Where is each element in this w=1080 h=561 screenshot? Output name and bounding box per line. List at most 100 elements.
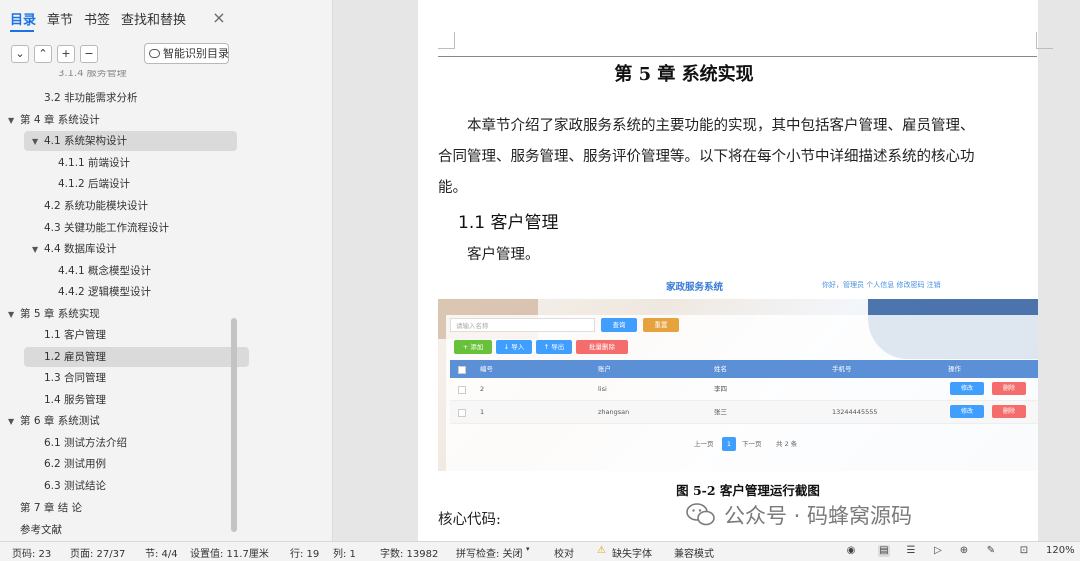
status-col[interactable]: 列: 1: [333, 545, 356, 560]
wechat-icon: [686, 503, 715, 526]
status-page[interactable]: 页面: 27/37: [70, 545, 125, 560]
expand-arrow-icon[interactable]: ▼: [8, 412, 18, 432]
toc-item[interactable]: 4.2 系统功能模块设计: [0, 196, 273, 216]
app-background: 请输入名称 查询 重置 + 添加 ↓ 导入 ↑ 导出 批量删除 编号 账户 姓名…: [438, 299, 1038, 471]
app-title: 家政服务系统: [666, 282, 724, 293]
zoom-level[interactable]: 120%: [1046, 545, 1075, 556]
delete-button: 删除: [992, 382, 1026, 395]
intro-line-3: 能。: [438, 180, 467, 196]
toc-item-label: 4.3 关键功能工作流程设计: [44, 222, 170, 234]
section-title: 1.1 客户管理: [458, 213, 559, 233]
web-view-icon[interactable]: ⊕: [958, 545, 970, 557]
status-bar: 页码: 23 页面: 27/37 节: 4/4 设置值: 11.7厘米 行: 1…: [0, 541, 1080, 561]
toc-item[interactable]: ▼ 4.1 系统架构设计: [24, 131, 237, 151]
status-proofread[interactable]: 校对: [554, 545, 574, 560]
pager-next: 下一页: [742, 440, 762, 448]
toc-item[interactable]: ▼ 第 6 章 系统测试: [0, 411, 237, 431]
toc-item-label: 4.4 数据库设计: [44, 243, 117, 255]
toc-item[interactable]: 参考文献: [0, 520, 249, 540]
cell-account: lisi: [598, 385, 607, 393]
status-word-count[interactable]: 字数: 13982: [380, 545, 438, 560]
collapse-all-button[interactable]: ⌄: [11, 45, 29, 63]
status-compat-mode[interactable]: 兼容模式: [674, 545, 714, 560]
toc-item[interactable]: ▼ 4.4 数据库设计: [0, 239, 261, 259]
cell-phone: 13244445555: [832, 408, 878, 416]
toc-item-label: 4.2 系统功能模块设计: [44, 200, 149, 212]
active-tab-indicator: [10, 30, 34, 32]
status-section[interactable]: 节: 4/4: [145, 545, 178, 560]
status-setting[interactable]: 设置值: 11.7厘米: [190, 545, 269, 560]
section-text: 客户管理。: [467, 247, 540, 263]
status-spell-check[interactable]: 拼写检查: 关闭: [456, 545, 523, 560]
col-name: 姓名: [714, 365, 727, 373]
search-input: 请输入名称: [450, 318, 595, 332]
toc-item-label: 4.1.1 前端设计: [58, 157, 131, 169]
status-missing-font[interactable]: 缺失字体: [612, 545, 652, 560]
fit-page-icon[interactable]: ⊡: [1018, 545, 1030, 557]
cell-id: 1: [480, 408, 485, 416]
pen-icon[interactable]: ✎: [985, 545, 997, 557]
expand-arrow-icon[interactable]: ▼: [8, 305, 18, 325]
navigation-pane: 目录 章节 书签 查找和替换 × ⌄ ⌃ + − 智能识别目录 3.1.4 服务…: [0, 0, 333, 541]
toc-item[interactable]: 4.4.1 概念模型设计: [0, 261, 287, 281]
toc-item-label: 1.2 雇员管理: [44, 351, 107, 363]
chevron-down-icon[interactable]: ▾: [526, 545, 530, 553]
status-page-count[interactable]: 页码: 23: [12, 545, 51, 560]
toc-item-label: 参考文献: [20, 524, 62, 536]
toc-item[interactable]: 1.2 雇员管理: [24, 347, 249, 367]
margin-corner-left: [438, 32, 455, 49]
expand-arrow-icon[interactable]: ▼: [32, 132, 42, 152]
delete-button: 删除: [992, 405, 1026, 418]
figure-screenshot: 家政服务系统 你好，管理员 个人信息 修改密码 注销 请输入名称 查询 重置 +…: [438, 271, 1038, 471]
toc-item[interactable]: 第 7 章 结 论: [0, 498, 249, 518]
outline-view-icon[interactable]: ☰: [905, 545, 917, 557]
toc-item-label: 4.4.1 概念模型设计: [58, 265, 152, 277]
expand-up-button[interactable]: ⌃: [34, 45, 52, 63]
col-id: 编号: [480, 365, 493, 373]
page-view-icon[interactable]: ▤: [878, 545, 890, 557]
warning-icon: ⚠: [597, 545, 606, 556]
toc-item-label: 1.1 客户管理: [44, 329, 107, 341]
toc-item-label: 1.3 合同管理: [44, 372, 107, 384]
toc-item-label: 4.1 系统架构设计: [44, 135, 128, 147]
select-all-checkbox: [458, 366, 466, 374]
expand-arrow-icon[interactable]: ▼: [32, 240, 42, 260]
tab-toc[interactable]: 目录: [10, 9, 36, 28]
document-area: 第 5 章 系统实现 本章节介绍了家政服务系统的主要功能的实现，其中包括客户管理…: [334, 0, 1080, 541]
col-account: 账户: [598, 365, 611, 373]
app-nav: 你好，管理员 个人信息 修改密码 注销: [822, 281, 941, 289]
smart-toc-label: 智能识别目录: [163, 47, 229, 60]
expand-arrow-icon[interactable]: ▼: [8, 111, 18, 131]
add-heading-button[interactable]: +: [57, 45, 75, 63]
tab-bookmarks[interactable]: 书签: [84, 9, 110, 28]
play-icon[interactable]: ▷: [932, 545, 944, 557]
toc-list: 3.1.4 服务管理 3.2 非功能需求分析 ▼ 第 4 章 系统设计 ▼ 4.1 系统…: [0, 70, 333, 540]
toc-item[interactable]: ▼ 第 4 章 系统设计: [0, 110, 237, 130]
export-button: ↑ 导出: [536, 340, 572, 354]
toc-item-cut[interactable]: 3.1.4 服务管理: [58, 70, 127, 79]
status-row[interactable]: 行: 19: [290, 545, 319, 560]
import-button: ↓ 导入: [496, 340, 532, 354]
figure-caption: 图 5-2 客户管理运行截图: [676, 483, 820, 498]
remove-heading-button[interactable]: −: [80, 45, 98, 63]
core-code-label: 核心代码:: [438, 512, 501, 528]
toc-item[interactable]: 4.1.2 后端设计: [0, 174, 287, 194]
toc-item[interactable]: 4.4.2 逻辑模型设计: [0, 282, 287, 302]
toc-item[interactable]: 4.1.1 前端设计: [0, 153, 287, 173]
smart-toc-button[interactable]: 智能识别目录: [144, 43, 229, 64]
toc-item-label: 1.4 服务管理: [44, 394, 107, 406]
toc-item[interactable]: ▼ 第 5 章 系统实现: [0, 304, 237, 324]
tab-find-replace[interactable]: 查找和替换: [121, 9, 186, 28]
chapter-title: 第 5 章 系统实现: [614, 64, 754, 85]
cell-name: 张三: [714, 408, 727, 416]
toc-scrollbar[interactable]: [231, 318, 237, 532]
col-phone: 手机号: [832, 365, 852, 373]
pane-tabs: 目录 章节 书签 查找和替换 ×: [0, 0, 333, 36]
eye-icon[interactable]: ◉: [845, 545, 857, 557]
tab-chapters[interactable]: 章节: [47, 9, 73, 28]
toc-item[interactable]: 3.2 非功能需求分析: [0, 88, 273, 108]
watermark-text: 公众号 · 码蜂窝源码: [724, 504, 913, 528]
close-icon[interactable]: ×: [210, 8, 228, 27]
toc-item[interactable]: 4.3 关键功能工作流程设计: [0, 218, 273, 238]
toc-item-label: 3.2 非功能需求分析: [44, 92, 138, 104]
